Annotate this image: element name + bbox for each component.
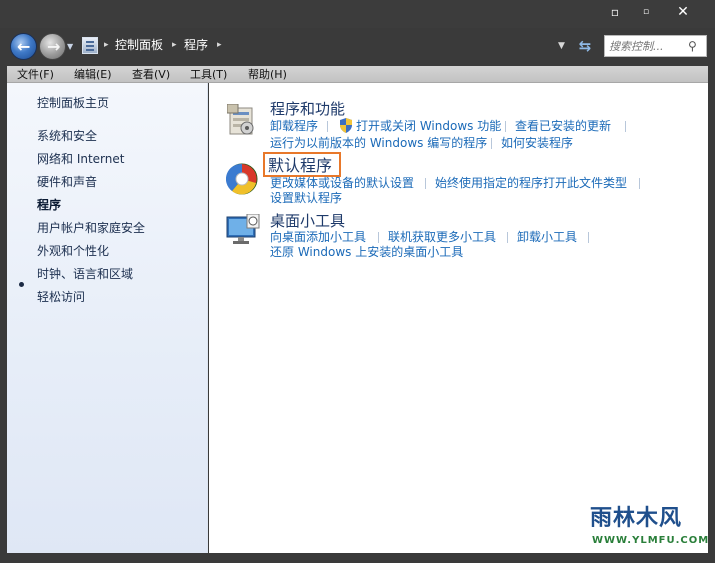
link-separator: [378, 232, 379, 243]
programs-features-icon[interactable]: [227, 104, 257, 136]
category-title-desktop-gadgets[interactable]: 桌面小工具: [270, 212, 345, 230]
link-view-installed-updates[interactable]: 查看已安装的更新: [515, 118, 611, 134]
link-restore-gadgets[interactable]: 还原 Windows 上安装的桌面小工具: [270, 244, 463, 260]
back-button[interactable]: ←: [10, 33, 37, 60]
link-separator: [425, 178, 426, 189]
menu-help[interactable]: 帮助(H): [248, 66, 287, 83]
breadcrumb-separator-icon[interactable]: ▸: [217, 36, 222, 54]
sidebar-item-ease-of-access[interactable]: 轻松访问: [37, 289, 85, 305]
sidebar-item-user-accounts[interactable]: 用户帐户和家庭安全: [37, 220, 145, 236]
link-separator: [507, 232, 508, 243]
link-add-gadgets[interactable]: 向桌面添加小工具: [270, 229, 366, 245]
breadcrumb-separator-icon[interactable]: ▸: [172, 36, 177, 54]
close-button[interactable]: ✕: [672, 4, 694, 20]
back-arrow-icon: ←: [17, 37, 31, 56]
default-programs-icon[interactable]: [226, 163, 258, 195]
category-title-default-programs[interactable]: 默认程序: [268, 157, 332, 175]
category-title-programs-features[interactable]: 程序和功能: [270, 100, 345, 118]
link-separator: [505, 121, 506, 132]
main-content-panel: 程序和功能 卸载程序 打开或关闭 Windows 功能 查看已安装的更新 运行为…: [209, 83, 708, 553]
link-file-type-association[interactable]: 始终使用指定的程序打开此文件类型: [435, 175, 627, 191]
link-separator: [639, 178, 640, 189]
link-get-more-gadgets[interactable]: 联机获取更多小工具: [388, 229, 496, 245]
forward-button[interactable]: →: [39, 33, 66, 60]
sidebar-item-system-security[interactable]: 系统和安全: [37, 128, 97, 144]
maximize-button[interactable]: ▫: [635, 4, 657, 20]
desktop-gadgets-icon[interactable]: [226, 214, 260, 246]
breadcrumb-programs[interactable]: 程序: [184, 37, 208, 53]
watermark-sub-text: WWW.YLMFU.COM: [592, 535, 710, 546]
link-separator: [491, 138, 492, 149]
link-separator: [588, 232, 589, 243]
search-input[interactable]: [609, 38, 687, 54]
minimize-button[interactable]: ▫: [604, 4, 626, 20]
link-separator: [625, 121, 626, 132]
link-change-media-defaults[interactable]: 更改媒体或设备的默认设置: [270, 175, 414, 191]
breadcrumb-control-panel[interactable]: 控制面板: [115, 37, 163, 53]
link-separator: [327, 121, 328, 132]
link-uninstall-gadget[interactable]: 卸载小工具: [517, 229, 577, 245]
menu-bar: 文件(F) 编辑(E) 查看(V) 工具(T) 帮助(H): [7, 66, 708, 83]
sidebar-item-hardware-sound[interactable]: 硬件和声音: [37, 174, 97, 190]
window-frame-bottom: [0, 553, 715, 563]
uac-shield-icon: [340, 118, 352, 133]
menu-view[interactable]: 查看(V): [132, 66, 170, 83]
window-frame-right: [708, 66, 715, 563]
sidebar-item-programs[interactable]: 程序: [37, 197, 61, 213]
search-box[interactable]: ⚲: [604, 35, 707, 57]
menu-edit[interactable]: 编辑(E): [74, 66, 112, 83]
link-uninstall-program[interactable]: 卸载程序: [270, 118, 318, 134]
title-bar: ▫ ▫ ✕: [0, 0, 715, 28]
control-panel-icon: [82, 37, 98, 54]
link-set-default-programs[interactable]: 设置默认程序: [270, 190, 342, 206]
active-bullet-icon: [19, 282, 24, 287]
link-compatibility-programs[interactable]: 运行为以前版本的 Windows 编写的程序: [270, 135, 487, 151]
sidebar-item-network-internet[interactable]: 网络和 Internet: [37, 151, 124, 167]
navigation-bar: ← → ▼ ▸ 控制面板 ▸ 程序 ▸ ▼ ⇆ ⚲: [0, 28, 715, 66]
forward-arrow-icon: →: [47, 37, 61, 56]
menu-tools[interactable]: 工具(T): [190, 66, 227, 83]
watermark-main-text: 雨林木风: [590, 506, 683, 531]
sidebar-item-appearance[interactable]: 外观和个性化: [37, 243, 109, 259]
sidebar-item-clock-language[interactable]: 时钟、语言和区域: [37, 266, 133, 282]
breadcrumb-separator-icon[interactable]: ▸: [104, 36, 109, 54]
address-dropdown-icon[interactable]: ▼: [558, 41, 565, 51]
history-dropdown-icon[interactable]: ▼: [67, 42, 73, 51]
watermark-logo: 雨林木风 WWW.YLMFU.COM: [580, 500, 708, 553]
sidebar-item-control-panel-home[interactable]: 控制面板主页: [37, 95, 109, 111]
left-navigation-panel: 控制面板主页 系统和安全 网络和 Internet 硬件和声音 程序 用户帐户和…: [7, 83, 208, 553]
menu-file[interactable]: 文件(F): [17, 66, 54, 83]
refresh-icon[interactable]: ⇆: [576, 37, 594, 55]
link-windows-features[interactable]: 打开或关闭 Windows 功能: [356, 118, 501, 134]
search-icon[interactable]: ⚲: [688, 37, 702, 55]
link-how-to-install[interactable]: 如何安装程序: [501, 135, 573, 151]
window-frame-left: [0, 66, 7, 563]
